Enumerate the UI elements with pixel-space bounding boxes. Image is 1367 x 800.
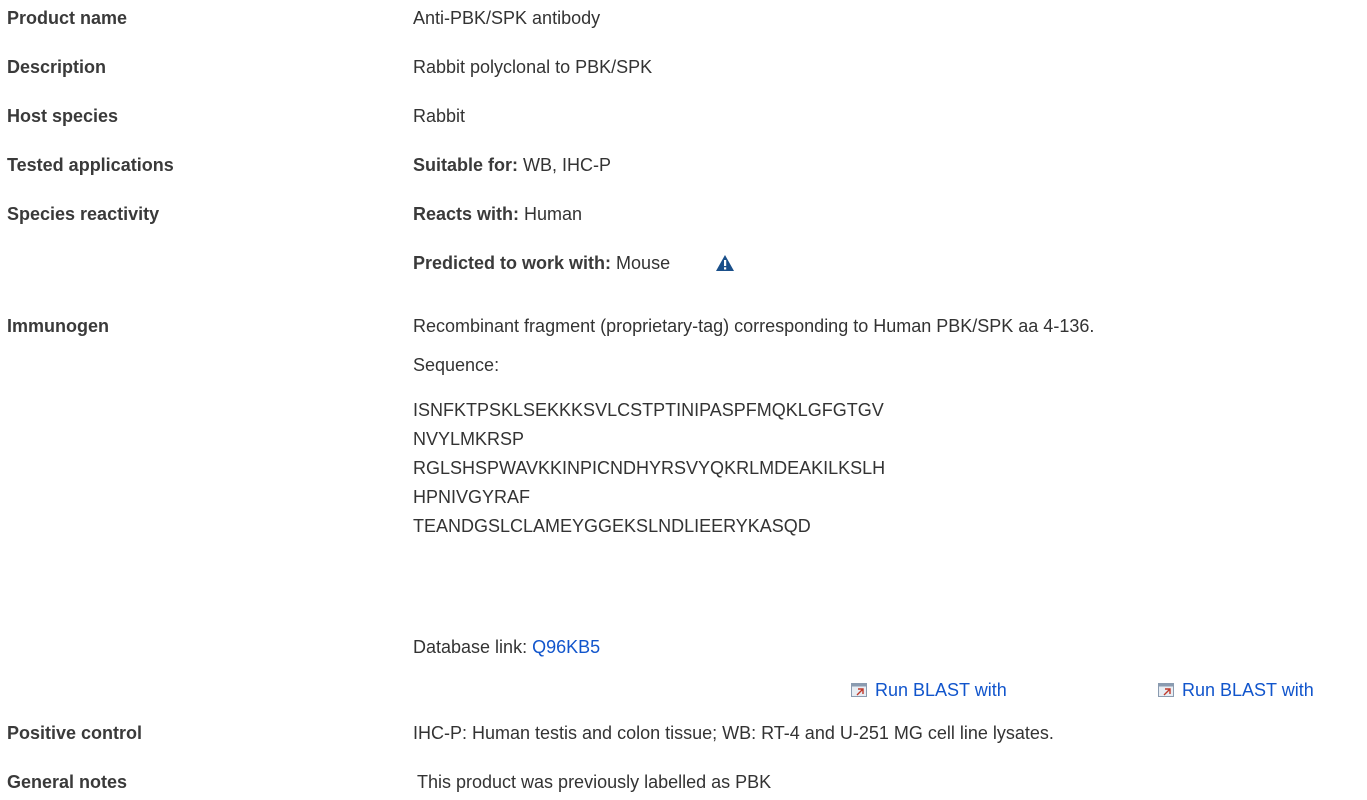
sequence-line: NVYLMKRSP	[413, 429, 525, 449]
run-blast-link[interactable]: Run BLAST with	[851, 680, 1007, 701]
positive-control-value: IHC-P: Human testis and colon tissue; WB…	[413, 723, 1054, 743]
reacts-with: Reacts with: Human	[413, 204, 582, 225]
sequence-label: Sequence:	[413, 355, 500, 375]
positive-control-label: Positive control	[7, 723, 143, 743]
immunogen-label: Immunogen	[7, 316, 109, 336]
uniprot-link[interactable]: Q96KB5	[532, 637, 600, 657]
species-reactivity-label: Species reactivity	[7, 204, 160, 224]
product-name-value: Anti-PBK/SPK antibody	[413, 8, 601, 28]
run-blast-link[interactable]: Run BLAST with	[1158, 680, 1314, 701]
predicted-to-work-with: Predicted to work with: Mouse	[413, 253, 670, 274]
external-window-icon	[851, 681, 867, 697]
reacts-with-value: Human	[524, 204, 583, 224]
sequence-line: RGLSHSPWAVKKINPICNDHYRSVYQKRLMDEAKILKSLH	[413, 458, 886, 478]
sequence-block: ISNFKTPSKLSEKKKSVLCSTPTINIPASPFMQKLGFGTG…	[413, 396, 885, 541]
description-label: Description	[7, 57, 107, 77]
sequence-line: TEANDGSLCLAMEYGGEKSLNDLIEERYKASQD	[413, 516, 811, 536]
tested-applications-value: Suitable for: WB, IHC-P	[413, 155, 611, 176]
host-species-value: Rabbit	[413, 106, 466, 126]
general-notes-label: General notes	[7, 772, 128, 792]
reacts-with-prefix: Reacts with:	[413, 204, 520, 224]
suitable-for-prefix: Suitable for:	[413, 155, 519, 175]
sequence-line: ISNFKTPSKLSEKKKSVLCSTPTINIPASPFMQKLGFGTG…	[413, 400, 884, 420]
run-blast-label: Run BLAST with	[875, 680, 1007, 700]
run-blast-label: Run BLAST with	[1182, 680, 1314, 700]
product-name-label: Product name	[7, 8, 128, 28]
external-window-icon	[1158, 681, 1174, 697]
suitable-for-value: WB, IHC-P	[523, 155, 612, 175]
tested-applications-label: Tested applications	[7, 155, 174, 175]
database-link-prefix: Database link:	[413, 637, 528, 657]
description-value: Rabbit polyclonal to PBK/SPK	[413, 57, 653, 77]
immunogen-value: Recombinant fragment (proprietary-tag) c…	[413, 316, 1095, 336]
predicted-value: Mouse	[616, 253, 671, 273]
general-notes-value: This product was previously labelled as …	[417, 772, 772, 792]
sequence-line: HPNIVGYRAF	[413, 487, 531, 507]
predicted-prefix: Predicted to work with:	[413, 253, 612, 273]
host-species-label: Host species	[7, 106, 119, 126]
database-link: Database link: Q96KB5	[413, 637, 600, 658]
warning-triangle-icon[interactable]	[715, 254, 735, 272]
